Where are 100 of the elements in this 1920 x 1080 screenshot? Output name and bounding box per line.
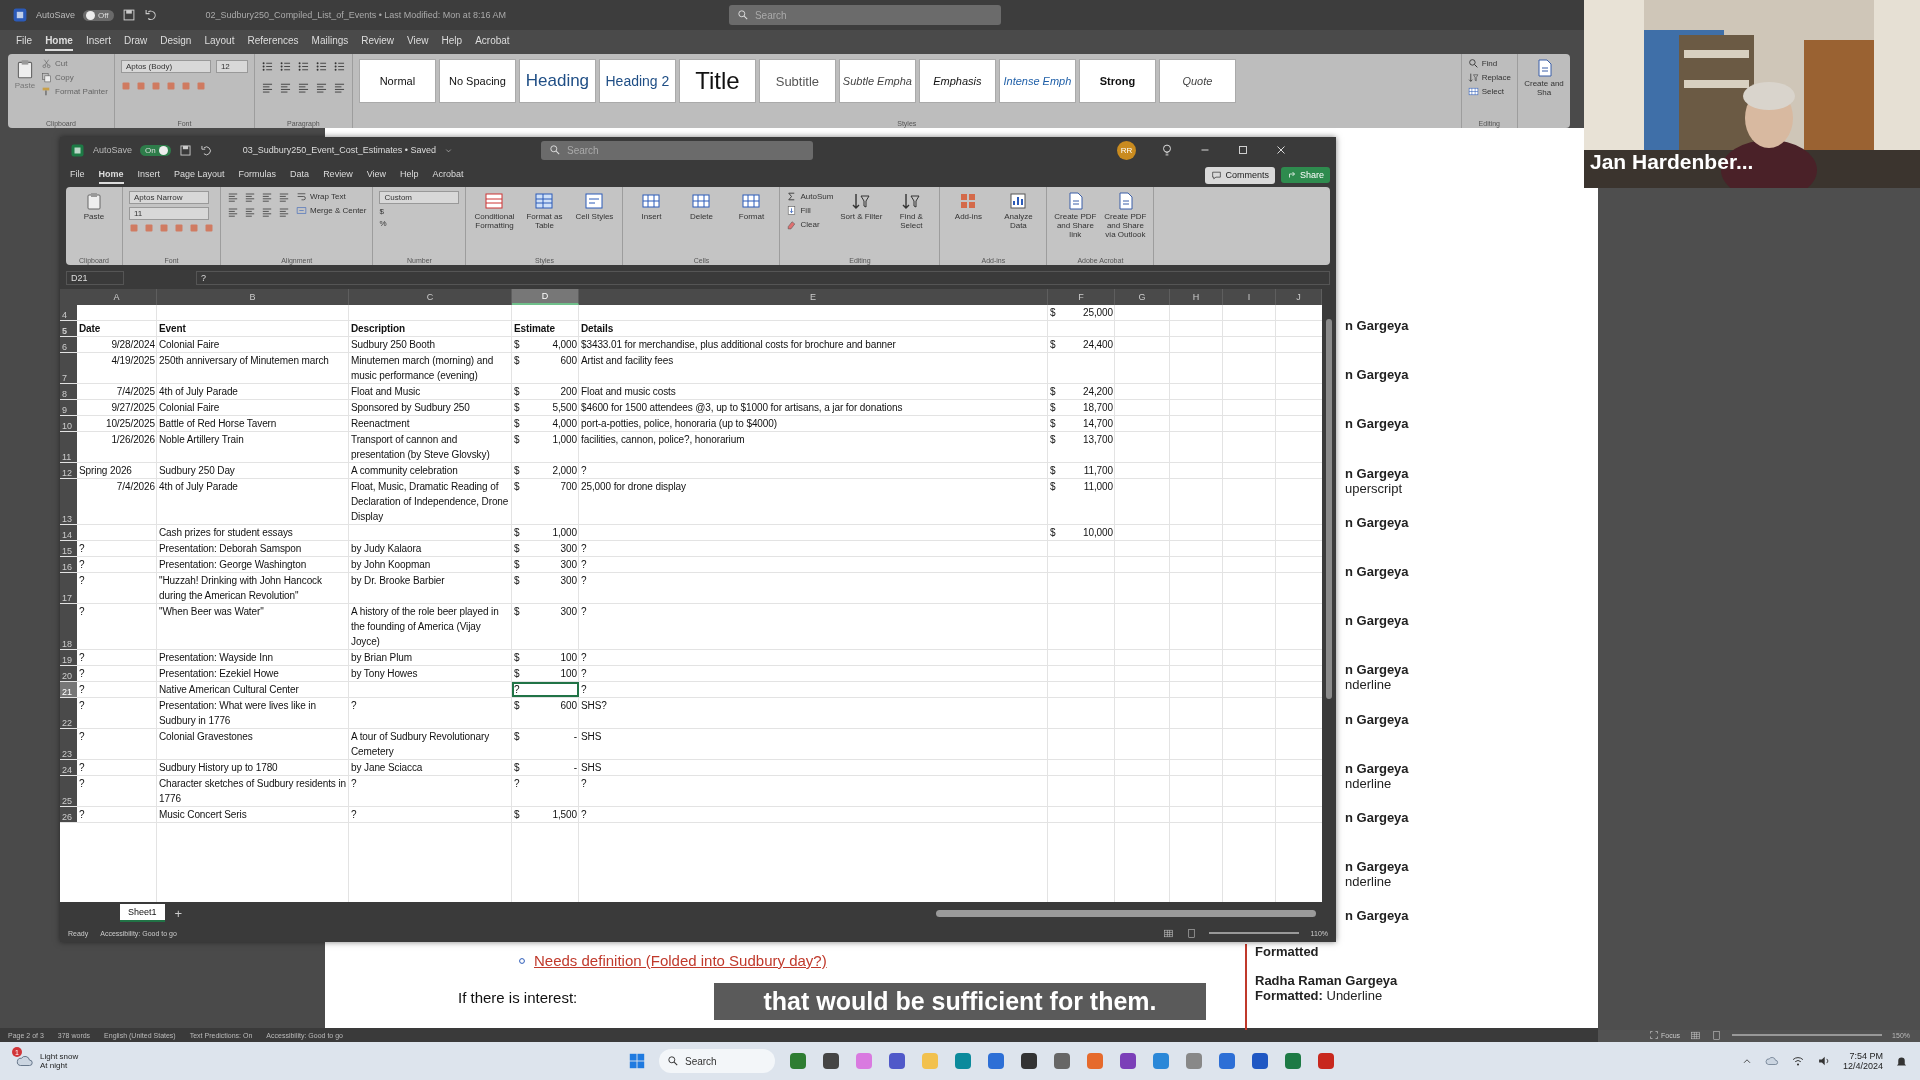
style-option[interactable]: No Spacing: [438, 59, 516, 103]
row-header[interactable]: 24: [60, 760, 77, 775]
style-option[interactable]: Emphasis: [918, 59, 996, 103]
autosave-toggle[interactable]: On: [140, 144, 171, 156]
menu-tab[interactable]: Data: [290, 166, 310, 184]
toolbar-button[interactable]: AutoSum: [786, 191, 834, 202]
menu-tab[interactable]: Insert: [85, 31, 111, 51]
style-option[interactable]: Strong: [1078, 59, 1156, 103]
ribbon-button[interactable]: Cell Styles: [572, 191, 617, 222]
horizontal-scrollbar[interactable]: [936, 909, 1316, 917]
search-field[interactable]: Search: [728, 5, 1001, 25]
row-header[interactable]: 7: [60, 353, 77, 383]
row-header[interactable]: 10: [60, 416, 77, 431]
row-header[interactable]: 22: [60, 698, 77, 728]
toolbar-button[interactable]: Replace: [1467, 72, 1511, 83]
menu-tab[interactable]: Acrobat: [475, 31, 510, 51]
comments-button[interactable]: Comments: [1205, 166, 1275, 184]
app-icon[interactable]: [1019, 1051, 1039, 1071]
row-header[interactable]: 5: [60, 321, 77, 336]
row-header[interactable]: 19: [60, 650, 77, 665]
app-icon[interactable]: [1250, 1051, 1270, 1071]
column-header[interactable]: H: [1170, 289, 1223, 305]
style-option[interactable]: Quote: [1158, 59, 1236, 103]
column-header[interactable]: B: [157, 289, 349, 305]
row-header[interactable]: 14: [60, 525, 77, 540]
style-option[interactable]: Subtitle: [758, 59, 836, 103]
share-button[interactable]: Share: [1280, 167, 1330, 183]
toolbar-button[interactable]: Clear: [786, 219, 834, 230]
toolbar-button[interactable]: $: [379, 207, 460, 216]
row-header[interactable]: 12: [60, 463, 77, 478]
app-icon[interactable]: [1316, 1051, 1336, 1071]
row-header[interactable]: 15: [60, 541, 77, 556]
menu-tab[interactable]: Mailings: [311, 31, 349, 51]
style-option[interactable]: Subtle Empha: [838, 59, 916, 103]
style-option[interactable]: Normal: [358, 59, 436, 103]
row-header[interactable]: 8: [60, 384, 77, 399]
row-header[interactable]: 18: [60, 604, 77, 649]
sheet-tab[interactable]: Sheet1: [120, 904, 165, 922]
toolbar-button[interactable]: Wrap Text: [296, 191, 367, 202]
menu-tab[interactable]: Home: [45, 31, 73, 51]
ribbon-button[interactable]: Conditional Formatting: [472, 191, 517, 231]
style-option[interactable]: Heading: [518, 59, 596, 103]
app-icon[interactable]: [887, 1051, 907, 1071]
row-header[interactable]: 26: [60, 807, 77, 822]
menu-tab[interactable]: Design: [160, 31, 192, 51]
ribbon-button[interactable]: Sort & Filter: [839, 191, 884, 222]
menu-tab[interactable]: Acrobat: [432, 166, 464, 184]
name-box[interactable]: D21: [66, 271, 124, 285]
search-field[interactable]: Search: [659, 1049, 775, 1073]
column-header[interactable]: I: [1223, 289, 1276, 305]
app-icon[interactable]: [1118, 1051, 1138, 1071]
column-header[interactable]: E: [579, 289, 1048, 305]
search-field[interactable]: Search: [541, 140, 813, 160]
style-option[interactable]: Title: [678, 59, 756, 103]
dropdown-field[interactable]: 11: [129, 207, 209, 220]
row-header[interactable]: 6: [60, 337, 77, 352]
menu-tab[interactable]: Home: [98, 166, 124, 184]
menu-tab[interactable]: Review: [361, 31, 395, 51]
ribbon-button[interactable]: Format as Table: [522, 191, 567, 231]
app-icon[interactable]: [1283, 1051, 1303, 1071]
style-option[interactable]: Heading 2: [598, 59, 676, 103]
ribbon-button[interactable]: Delete: [679, 191, 724, 222]
column-header[interactable]: D: [512, 289, 579, 305]
ribbon-button[interactable]: Create PDF and Share link: [1053, 191, 1098, 240]
menu-tab[interactable]: References: [247, 31, 299, 51]
app-icon[interactable]: [1052, 1051, 1072, 1071]
menu-tab[interactable]: File: [16, 31, 33, 51]
add-sheet-button[interactable]: +: [174, 905, 183, 921]
column-header[interactable]: A: [77, 289, 157, 305]
ribbon-button[interactable]: Format: [729, 191, 774, 222]
ribbon-button[interactable]: Find & Select: [889, 191, 934, 231]
menu-tab[interactable]: Review: [323, 166, 353, 184]
row-header[interactable]: 13: [60, 479, 77, 524]
ribbon-button[interactable]: Add-ins: [946, 191, 991, 222]
dropdown-field[interactable]: Aptos Narrow: [129, 191, 209, 204]
menu-tab[interactable]: Help: [400, 166, 419, 184]
toolbar-button[interactable]: Find: [1467, 58, 1511, 69]
row-header[interactable]: 4: [60, 305, 77, 320]
row-header[interactable]: 17: [60, 573, 77, 603]
formula-field[interactable]: ?: [196, 271, 1330, 285]
menu-tab[interactable]: Page Layout: [174, 166, 225, 184]
row-header[interactable]: 25: [60, 776, 77, 806]
app-icon[interactable]: [821, 1051, 841, 1071]
menu-tab[interactable]: File: [70, 166, 85, 184]
toolbar-button[interactable]: %: [379, 219, 460, 228]
style-option[interactable]: Intense Emph: [998, 59, 1076, 103]
ribbon-button[interactable]: Analyze Data: [996, 191, 1041, 231]
start-icon[interactable]: [628, 1052, 646, 1070]
row-header[interactable]: 21: [60, 682, 77, 697]
ribbon-button[interactable]: Insert: [629, 191, 674, 222]
menu-tab[interactable]: Insert: [137, 166, 161, 184]
autosave-toggle[interactable]: Off: [83, 9, 114, 21]
ribbon-button[interactable]: Paste: [72, 191, 116, 222]
row-header[interactable]: 11: [60, 432, 77, 462]
font-field[interactable]: Aptos (Body): [120, 60, 211, 73]
toolbar-button[interactable]: Select: [1467, 86, 1511, 97]
row-header[interactable]: 9: [60, 400, 77, 415]
size-field[interactable]: 12: [215, 60, 248, 73]
menu-tab[interactable]: View: [366, 166, 386, 184]
row-header[interactable]: 20: [60, 666, 77, 681]
